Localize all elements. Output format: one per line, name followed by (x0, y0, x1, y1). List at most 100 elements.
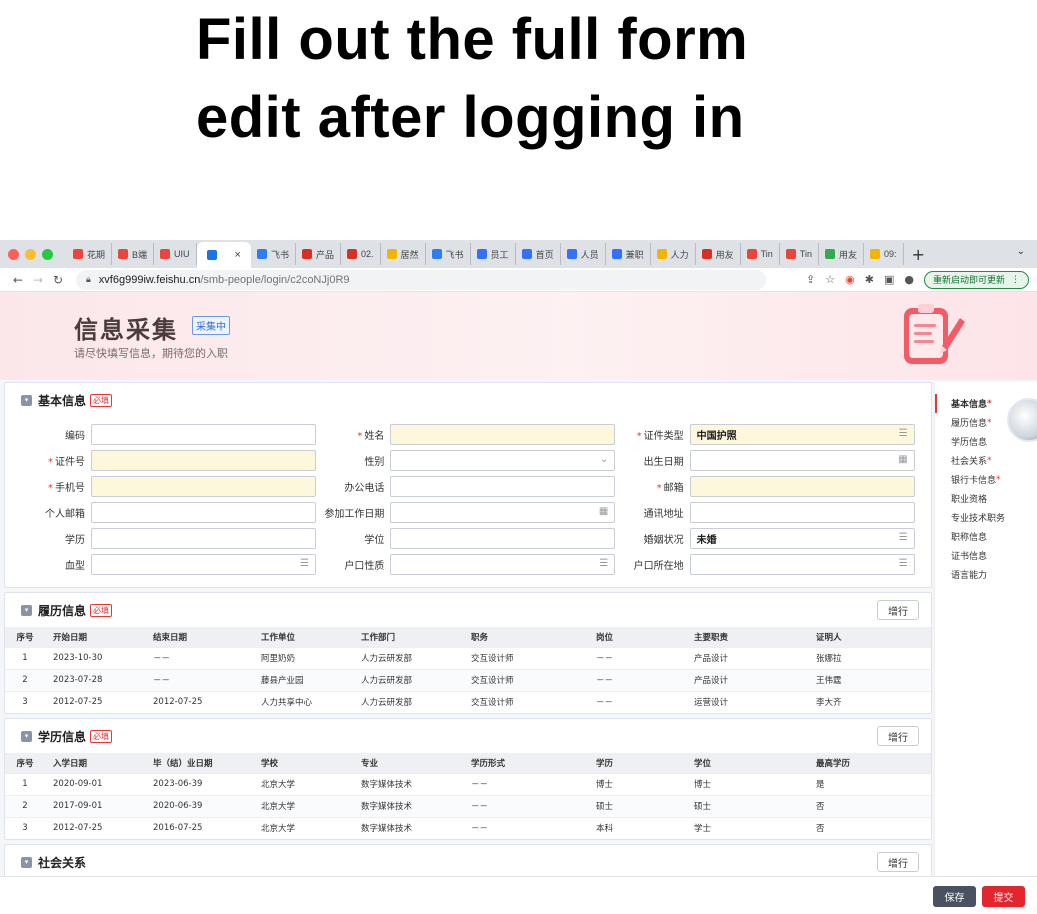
collapse-icon[interactable]: ▾ (21, 604, 32, 616)
save-button[interactable]: 保存 (933, 886, 976, 907)
close-tab-icon[interactable]: × (235, 249, 241, 261)
tab-label: Tin (799, 249, 812, 259)
section-nav-item[interactable]: 职业资格 (935, 489, 1037, 508)
reload-icon[interactable]: ↻ (48, 273, 68, 287)
url-field[interactable]: 🔒︎ xvf6g999iw.feishu.cn/smb-people/login… (76, 269, 766, 290)
browser-tab[interactable]: 02. (341, 243, 381, 265)
browser-tab[interactable]: UIU (154, 243, 197, 265)
browser-tab[interactable]: 首页 (516, 243, 561, 265)
form-input[interactable] (91, 449, 316, 471)
browser-tab[interactable]: × (196, 242, 251, 268)
browser-tab[interactable]: B端 (112, 243, 155, 265)
extensions-puzzle-icon[interactable]: ✱ (865, 273, 874, 286)
browser-tab[interactable]: 飞书 (426, 243, 471, 265)
chrome-extension-icon[interactable]: ◉ (845, 273, 855, 286)
browser-tab[interactable]: 人力 (651, 243, 696, 265)
side-panel-icon[interactable]: ▣ (884, 273, 894, 286)
column-header: 工作部门 (361, 632, 396, 643)
field-label-text: 手机号 (55, 482, 85, 494)
form-input[interactable]: 未婚 ☰ (689, 527, 915, 549)
submit-button[interactable]: 提交 (982, 886, 1025, 907)
tab-favicon-icon (431, 249, 442, 259)
table-row[interactable]: 1 2020-09-01 2023-06-39 北京大学 数字媒体技术 －－ 博士 博士 是 (5, 773, 931, 795)
add-row-button[interactable]: 增行 (877, 600, 919, 620)
caption-line-2: edit after logging in (196, 85, 745, 150)
browser-tab[interactable]: 人员 (561, 243, 606, 265)
table-row[interactable]: 3 2012-07-25 2016-07-25 北京大学 数字媒体技术 －－ 本科 学士 否 (5, 817, 931, 839)
form-input[interactable] (390, 423, 616, 445)
form-input[interactable]: ▦ (689, 449, 915, 471)
share-icon[interactable]: ⇪ (806, 273, 815, 286)
minimize-window-icon[interactable] (25, 248, 36, 260)
form-input[interactable]: ▦ (390, 501, 616, 523)
table-cell: 1 (22, 653, 28, 663)
form-input[interactable]: ☰ (689, 553, 915, 575)
collapse-icon[interactable]: ▾ (21, 394, 32, 406)
table-cell: 2020-06-39 (153, 801, 203, 811)
table-row[interactable]: 1 2023-10-30 －－ 阿里奶奶 人力云研发部 交互设计师 －－ 产品设计 张娜拉 (5, 647, 931, 669)
new-tab-icon[interactable]: + (912, 245, 925, 264)
table-header-row: 序号 开始日期 结束日期 工作单位 工作部门 职务 岗位 主要职责 证明人 (5, 627, 931, 647)
field-label: 婚姻状况 (618, 531, 690, 546)
collapse-icon[interactable]: ▾ (21, 856, 32, 868)
section-nav-item[interactable]: 职称信息 (935, 527, 1037, 546)
browser-tab[interactable]: 居然 (381, 243, 426, 265)
browser-tab[interactable]: 用友 (696, 243, 741, 265)
forward-icon[interactable]: → (28, 273, 48, 287)
tab-search-chevron-icon[interactable]: ⌄ (1017, 246, 1025, 257)
form-row: 血型 ☰ 户口性质 ☰ 户口所在地 ☰ (19, 551, 917, 577)
browser-tab[interactable]: 飞书 (251, 243, 296, 265)
form-input[interactable] (390, 527, 616, 549)
table-row[interactable]: 3 2012-07-25 2012-07-25 人力共享中心 人力云研发部 交互设计师 －－… (5, 691, 931, 713)
table-cell: 2023-06-39 (153, 779, 203, 789)
update-button[interactable]: 重新启动即可更新 ⋮ (923, 270, 1029, 289)
form-input[interactable]: 中国护照 ☰ (689, 423, 915, 445)
list-icon: ☰ (898, 557, 908, 569)
form-input[interactable] (91, 527, 316, 549)
zoom-window-icon[interactable] (42, 248, 53, 260)
form-input[interactable] (91, 475, 316, 497)
form-field: 性别 ⌄ (318, 449, 617, 471)
lock-icon[interactable]: 🔒︎ (86, 274, 91, 285)
table-row[interactable]: 2 2017-09-01 2020-06-39 北京大学 数字媒体技术 －－ 硕士 硕士 否 (5, 795, 931, 817)
form-input[interactable] (91, 423, 316, 445)
form-input[interactable] (390, 475, 616, 497)
browser-tab[interactable]: 花期 (67, 243, 113, 265)
tab-label: 首页 (535, 249, 554, 260)
section-nav-item[interactable]: 社会关系 * (935, 451, 1037, 470)
collapse-icon[interactable]: ▾ (21, 730, 32, 742)
browser-tab[interactable]: 用友 (819, 243, 864, 265)
form-input[interactable]: ☰ (91, 553, 316, 575)
field-label: 学位 (318, 531, 390, 546)
form-input[interactable] (689, 475, 915, 497)
section-nav-item[interactable]: 银行卡信息 * (935, 470, 1037, 489)
field-label-text: 证件类型 (643, 430, 684, 442)
profile-avatar-icon[interactable]: ● (904, 273, 914, 286)
field-label: 血型 (19, 557, 91, 572)
form-input[interactable]: ⌄ (390, 449, 616, 471)
add-row-button[interactable]: 增行 (877, 726, 919, 746)
browser-tab[interactable]: Tin (780, 243, 819, 265)
browser-tab[interactable]: 产品 (296, 243, 341, 265)
bookmark-star-icon[interactable]: ☆ (825, 273, 835, 286)
section-nav-item[interactable]: 专业技术职务 (935, 508, 1037, 527)
section-nav-item[interactable]: 证书信息 (935, 546, 1037, 565)
caption: Fill out the full form edit after loggin… (0, 0, 1037, 240)
tab-favicon-icon (746, 249, 757, 259)
table-cell: 2012-07-25 (53, 697, 103, 708)
browser-tab[interactable]: 09: (864, 243, 904, 265)
tab-favicon-icon (701, 249, 712, 259)
form-input[interactable] (91, 501, 316, 523)
table-row[interactable]: 2 2023-07-28 －－ 藤县产业园 人力云研发部 交互设计师 －－ 产品设计 王伟霆 (5, 669, 931, 691)
form-input[interactable] (689, 501, 915, 523)
browser-tab[interactable]: Tin (741, 243, 780, 265)
close-window-icon[interactable] (8, 248, 19, 260)
add-row-button[interactable]: 增行 (877, 852, 919, 872)
back-icon[interactable]: ← (8, 273, 28, 287)
browser-tab[interactable]: 兼职 (606, 243, 651, 265)
form-input[interactable]: ☰ (390, 553, 616, 575)
tab-label: Tin (760, 249, 773, 259)
section-nav-item[interactable]: 语言能力 (935, 565, 1037, 584)
table-cell: 本科 (596, 824, 614, 835)
browser-tab[interactable]: 员工 (471, 243, 516, 265)
